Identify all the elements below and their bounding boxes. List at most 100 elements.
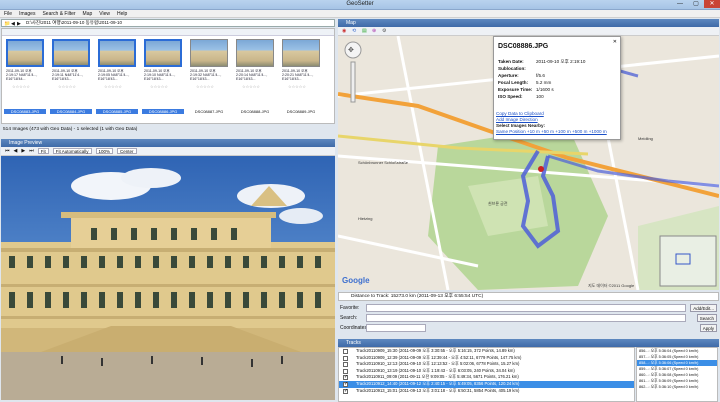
images-status: 514 Images (473 with Geo Data) - 1 selec… [3, 127, 138, 132]
maximize-button[interactable]: ▢ [688, 0, 704, 8]
popup-value: 100 [536, 94, 544, 99]
settings-icon[interactable]: ⚙ [382, 28, 386, 34]
favorite-edit-button[interactable]: Add/Edit... [690, 304, 717, 312]
popup-value: 5.2 mm [536, 80, 552, 85]
track-checkbox[interactable] [343, 349, 348, 354]
thumbnail-caption: 2011-09-10 오후 2:19:32 N48°11'4..., E16°1… [190, 69, 222, 81]
menu-help[interactable]: Help [117, 11, 127, 17]
track-row[interactable]: Track20110913_15:01 (2011-09-13 오후 3:01:… [339, 387, 634, 394]
thumbnail-filename: DSC08889.JPG [286, 109, 316, 114]
coordinates-apply-button[interactable]: Apply [699, 324, 717, 332]
title-bar: GeoSetter — ▢ ✕ [0, 0, 720, 10]
rating-stars[interactable]: ☆☆☆☆☆ [58, 84, 76, 89]
thumbnail-item[interactable]: 2011-09-10 오후 2:19:05 N48°11'4..., E16°1… [96, 37, 138, 117]
google-logo: Google [342, 276, 370, 285]
thumbnail-image [282, 39, 320, 67]
popup-value: 2011-09-10 오후 2:19:10 [536, 59, 586, 64]
layers-icon[interactable]: ▤ [362, 28, 367, 34]
track-label: Track20110909_12:39 (2011-09-09 오후 12:39… [356, 354, 522, 360]
last-icon[interactable]: ⏭ [29, 148, 34, 154]
prev-icon[interactable]: ◀ [14, 148, 18, 154]
rating-stars[interactable]: ☆☆☆☆☆ [196, 84, 214, 89]
select-nearby-label: Select Images Nearby: [496, 123, 546, 128]
thumbnail-filename: DSC08884.JPG [50, 109, 92, 114]
zoom-select[interactable]: 100% [95, 148, 114, 154]
track-row[interactable]: Track20110912_14:40 (2011-09-12 오후 2:40:… [339, 380, 634, 388]
zoom-icon[interactable]: ⊕ [372, 28, 376, 34]
fit-button[interactable]: Fit [37, 148, 49, 154]
popup-label: Focal Length: [498, 80, 529, 85]
track-label: Track20110913_15:01 (2011-09-13 오후 3:01:… [356, 387, 520, 393]
forward-icon[interactable]: ▶ [17, 21, 21, 27]
map-toolbar: ◉ ⟲ ▤ ⊕ ⚙ [338, 27, 719, 36]
thumbnail-item[interactable]: 2011-09-10 오후 2:19:32 N48°11'4..., E16°1… [188, 37, 230, 117]
popup-close-icon[interactable]: ✕ [613, 39, 617, 45]
menu-view[interactable]: View [99, 11, 110, 17]
close-button[interactable]: ✕ [704, 0, 720, 8]
next-icon[interactable]: ▶ [21, 148, 25, 154]
coordinates-input[interactable] [366, 324, 426, 332]
rating-stars[interactable]: ☆☆☆☆☆ [104, 84, 122, 89]
menu-images[interactable]: Images [19, 11, 35, 17]
menu-search-filter[interactable]: Search & Filter [42, 11, 75, 17]
center-button[interactable]: Center [117, 148, 137, 154]
track-checkbox[interactable] [343, 381, 348, 388]
search-input[interactable] [366, 314, 686, 322]
track-checkbox[interactable] [343, 368, 348, 374]
folder-path-bar[interactable]: 📁 ◀ ▶ D:\사진\2011 여행\2011-09-10 동유럽\2011-… [1, 19, 335, 27]
rating-stars[interactable]: ☆☆☆☆☆ [12, 84, 30, 89]
track-row[interactable]: Track20110910_12:13 (2011-09-10 오후 12:13… [339, 361, 634, 368]
pan-control-icon[interactable]: ✥ [348, 46, 354, 54]
track-checkbox[interactable] [343, 374, 348, 381]
favorite-select[interactable] [366, 304, 686, 312]
first-icon[interactable]: ⏮ [5, 148, 10, 154]
map-label: Meidling [638, 136, 653, 141]
marker-icon[interactable]: ◉ [342, 28, 346, 34]
preview-toolbar: ⏮ ◀ ▶ ⏭ Fit Fit Automatically 100% Cente… [1, 147, 335, 156]
track-point-row[interactable]: 862...: 오후 5:36:10 (Speed 0 km/h) [637, 384, 717, 390]
track-row[interactable]: Track20110909_12:39 (2011-09-09 오후 12:39… [339, 355, 634, 362]
track-row[interactable]: Track20110909_15:30 (2011-09-09 오후 3:30:… [339, 348, 634, 355]
rating-stars[interactable]: ☆☆☆☆☆ [288, 84, 306, 89]
thumbnail-item[interactable]: 2011-09-10 오후 2:19:17 N48°11'4..., E16°1… [4, 37, 46, 117]
route-icon[interactable]: ⟲ [352, 28, 356, 34]
thumbnail-toolbar [2, 29, 334, 36]
thumbnail-panel: 2011-09-10 오후 2:19:17 N48°11'4..., E16°1… [1, 28, 335, 124]
image-preview-header: Image Preview [1, 139, 335, 147]
thumbnail-caption: 2011-09-10 오후 2:19:17 N48°11'4..., E16°1… [6, 69, 38, 81]
add-direction-link[interactable]: Add Image Direction [496, 117, 538, 122]
menu-map[interactable]: Map [83, 11, 93, 17]
track-label: Track20110911_09:09 (2011-09-11 오전 9:09:… [356, 374, 519, 380]
thumbnail-item[interactable]: 2011-09-10 오후 2:19:10 N48°11'4..., E16°1… [142, 37, 184, 117]
thumbnail-item[interactable]: 2011-09-10 오후 2:20:21 N48°11'4..., E16°1… [280, 37, 322, 117]
thumbnail-item[interactable]: 2011-09-10 오후 2:20:14 N48°11'4..., E16°1… [234, 37, 276, 117]
thumbnail-item[interactable]: 2011-09-10 오후 2:19:11 N48°11'4..., E16°1… [50, 37, 92, 117]
coordinates-row: Coordinates: Apply [338, 323, 719, 333]
track-checkbox[interactable] [343, 355, 348, 361]
track-checkbox[interactable] [343, 388, 348, 394]
track-row[interactable]: Track20110911_09:09 (2011-09-11 오전 9:09:… [339, 374, 634, 381]
minimize-button[interactable]: — [672, 0, 688, 8]
copy-data-link[interactable]: Copy Data to Clipboard [496, 111, 544, 116]
menu-file[interactable]: File [4, 11, 12, 17]
thumbnail-image [190, 39, 228, 67]
select-nearby-links[interactable]: Same Position +10 m +50 m +100 m +500 m … [496, 129, 607, 134]
track-checkbox[interactable] [343, 362, 348, 368]
image-info-popup: DSC08886.JPG Taken Date: 2011-09-10 오후 2… [493, 36, 621, 140]
rating-stars[interactable]: ☆☆☆☆☆ [150, 84, 168, 89]
popup-label: Exposure Time: [498, 87, 533, 92]
favorite-label: Favorite: [340, 305, 360, 311]
thumbnail-image [144, 39, 182, 67]
rating-stars[interactable]: ☆☆☆☆☆ [242, 84, 260, 89]
thumbnail-caption: 2011-09-10 오후 2:19:10 N48°11'4..., E16°1… [144, 69, 176, 81]
track-points-list: 856...: 오후 5:36:04 (Speed 0 km/h) 857...… [636, 347, 718, 402]
map-label: 쇤브룬 궁전 [488, 201, 508, 206]
thumbnail-image [6, 39, 44, 67]
thumbnail-filename: DSC08887.JPG [194, 109, 224, 114]
back-icon[interactable]: ◀ [11, 21, 15, 27]
search-button[interactable]: Search [696, 314, 717, 322]
thumbnail-caption: 2011-09-10 오후 2:20:21 N48°11'4..., E16°1… [282, 69, 314, 81]
fit-automatically-button[interactable]: Fit Automatically [52, 148, 92, 154]
thumbnail-image [52, 39, 90, 67]
thumbnail-image [98, 39, 136, 67]
